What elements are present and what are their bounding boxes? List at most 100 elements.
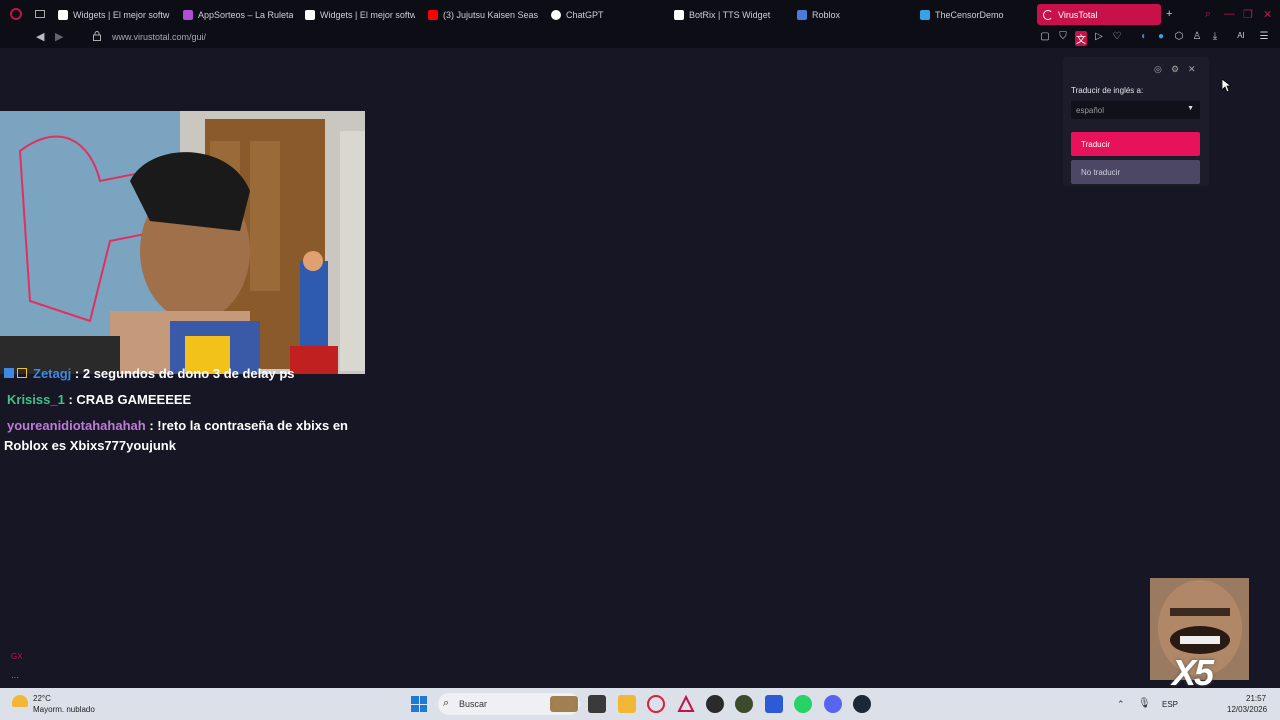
start-tile (419, 696, 427, 704)
tab-youtube[interactable]: (3) Jujutsu Kaisen Seaso (428, 4, 538, 25)
translate-options-icon[interactable]: ◎ (1154, 64, 1162, 75)
more-options-icon[interactable]: ··· (11, 673, 19, 682)
tab-botrix[interactable]: BotRix | TTS Widget (674, 4, 784, 25)
microphone-icon[interactable]: 🎙 (1138, 698, 1151, 709)
tab-virustotal[interactable]: VirusTotal (1037, 4, 1161, 25)
thecensordemo-favicon-icon (920, 9, 930, 20)
close-popup-icon[interactable]: ✕ (1188, 64, 1196, 75)
tab-appsorteos[interactable]: AppSorteos – La Ruleta o (183, 4, 293, 25)
chat-username: youreanidiotahahahah (7, 418, 146, 433)
snapshot-icon[interactable]: ▢ (1039, 31, 1051, 42)
tab-widgets-2[interactable]: Widgets | El mejor softw (305, 4, 415, 25)
tab-label: Widgets | El mejor softw (320, 9, 415, 20)
tab-thecensordemo[interactable]: TheCensorDemo (920, 4, 1025, 25)
mouse-cursor-icon (1222, 79, 1231, 93)
arc-icon[interactable] (677, 694, 695, 713)
obs-icon[interactable] (706, 695, 724, 713)
webcam-image (0, 111, 365, 374)
chevron-down-icon: ▼ (1187, 105, 1194, 112)
restore-icon[interactable]: ❐ (1243, 8, 1253, 21)
start-tile (419, 704, 427, 712)
tab-label: (3) Jujutsu Kaisen Seaso (443, 9, 538, 20)
tab-label: TheCensorDemo (935, 9, 1004, 20)
tab-widgets-1[interactable]: Widgets | El mejor softw (58, 4, 170, 25)
chat-text: : !reto la contraseña de xbixs en (145, 418, 348, 433)
adblock-shield-icon[interactable]: ⛉ (1057, 31, 1069, 42)
chat-text: : CRAB GAMEEEEE (64, 392, 192, 407)
appsorteos-favicon-icon (183, 9, 193, 20)
chat-username: Krisiss_1 (7, 392, 65, 407)
tab-label: VirusTotal (1058, 9, 1098, 20)
file-explorer-icon[interactable] (618, 695, 636, 713)
weather-icon[interactable] (12, 695, 28, 707)
taskbar (0, 688, 1280, 720)
discord-icon[interactable] (824, 695, 842, 713)
search-placeholder: Buscar (459, 699, 488, 709)
new-tab-icon[interactable]: + (1166, 8, 1172, 20)
close-window-icon[interactable]: ✕ (1263, 8, 1272, 21)
back-icon[interactable]: ◀ (36, 30, 44, 43)
whatsapp-icon[interactable] (794, 695, 812, 713)
weather-description[interactable]: Mayorm. nublado (33, 705, 95, 714)
webcam-overlay (0, 111, 365, 374)
account-icon[interactable]: ♙ (1191, 31, 1203, 42)
workspaces-icon[interactable] (35, 10, 45, 18)
search-highlight-icon (550, 696, 578, 712)
tab-label: BotRix | TTS Widget (689, 9, 771, 20)
vpn-icon[interactable]: ● (1155, 31, 1167, 42)
search-tabs-icon[interactable]: ⌕ (1205, 8, 1211, 21)
translate-button[interactable]: Traducir (1071, 132, 1200, 156)
subscriber-badge-icon (17, 368, 27, 378)
widgets-favicon-icon (305, 9, 315, 20)
tab-label: Roblox (812, 9, 841, 20)
input-language[interactable]: ESP (1162, 700, 1178, 709)
tab-roblox[interactable]: Roblox (797, 4, 897, 25)
roblox-favicon-icon (797, 9, 807, 20)
translate-from-label: Traducir de inglés a: (1071, 86, 1144, 95)
weather-temperature[interactable]: 22°C (33, 694, 51, 703)
forward-icon[interactable]: ▶ (55, 30, 63, 43)
task-view-icon[interactable] (588, 695, 606, 713)
search-icon: ⌕ (443, 697, 450, 709)
selected-language: español (1076, 105, 1105, 115)
windows-start-icon[interactable] (411, 696, 427, 712)
chat-text: : 2 segundos de dono 3 de delay ps (71, 366, 295, 381)
chevron-up-icon[interactable]: ⌃ (1117, 699, 1125, 710)
botrix-favicon-icon (674, 9, 684, 20)
chat-message-continued: Roblox es Xbixs777youjunk (4, 438, 176, 453)
settings-icon[interactable]: ⚙ (1171, 64, 1179, 75)
tab-label: AppSorteos – La Ruleta o (198, 9, 293, 20)
dont-translate-button[interactable]: No traducir (1071, 160, 1200, 184)
steam-icon[interactable] (853, 695, 871, 713)
tab-label: ChatGPT (566, 9, 604, 20)
roblox-studio-icon[interactable] (765, 695, 783, 713)
minimize-icon[interactable]: — (1224, 8, 1235, 20)
chatgpt-favicon-icon (551, 9, 561, 20)
url-field[interactable]: www.virustotal.com/gui/ (112, 32, 206, 42)
loading-spinner-icon (1043, 9, 1053, 20)
chat-username: Zetagj (33, 366, 72, 381)
menu-icon[interactable]: ☰ (1258, 31, 1270, 42)
heart-icon[interactable]: ♡ (1111, 31, 1123, 42)
ai-icon[interactable]: AI (1231, 31, 1251, 40)
translate-icon[interactable]: 文 (1075, 31, 1087, 46)
xbox-icon[interactable] (735, 695, 753, 713)
clock-time[interactable]: 21:57 (1246, 694, 1266, 703)
extensions-icon[interactable]: ⬡ (1173, 31, 1185, 42)
opera-logo-icon[interactable] (10, 8, 22, 20)
download-icon[interactable]: ⤓ (1209, 31, 1221, 42)
target-language-select[interactable]: español ▼ (1071, 101, 1200, 119)
start-tile (411, 704, 419, 712)
audio-extension-icon[interactable]: ◖ (1137, 31, 1149, 42)
youtube-favicon-icon (428, 9, 438, 20)
clock-date[interactable]: 12/03/2026 (1227, 705, 1267, 714)
chat-message: Krisiss_1 : CRAB GAMEEEEE (7, 392, 191, 407)
gx-corner-icon[interactable]: GX (11, 652, 23, 661)
play-icon[interactable]: ▷ (1093, 31, 1105, 42)
opera-gx-icon[interactable] (647, 695, 665, 713)
tab-label: Widgets | El mejor softw (73, 9, 170, 20)
chat-message: Zetagj : 2 segundos de dono 3 de delay p… (4, 366, 295, 381)
tab-bar: Widgets | El mejor softw AppSorteos – La… (0, 0, 1280, 29)
tab-chatgpt[interactable]: ChatGPT (551, 4, 651, 25)
chat-message: youreanidiotahahahah : !reto la contrase… (7, 418, 348, 433)
